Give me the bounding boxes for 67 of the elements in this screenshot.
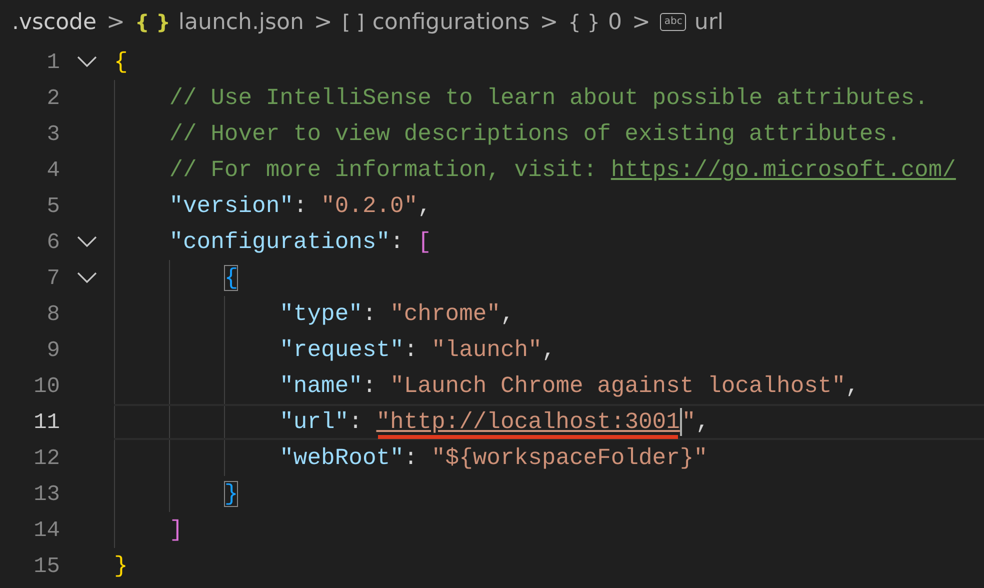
line-number: 10 [32, 374, 60, 398]
json-key: "version" [169, 193, 294, 219]
code-punctuation: : [362, 373, 378, 399]
array-icon: [ ] [342, 10, 364, 34]
json-string: "chrome" [390, 301, 500, 327]
line-number: 13 [32, 482, 60, 506]
json-key: "url" [280, 409, 349, 435]
line-number: 5 [46, 194, 60, 218]
code-punctuation: : [404, 337, 419, 363]
breadcrumb-separator: > [540, 10, 558, 34]
json-key: "name" [280, 373, 362, 399]
json-string: " [682, 409, 696, 435]
code-bracket: ] [169, 517, 184, 543]
breadcrumb-item[interactable]: { } launch.json [134, 10, 304, 34]
json-key: "type" [280, 301, 362, 327]
breadcrumb-item[interactable]: { } 0 [568, 10, 622, 34]
code-punctuation: , [418, 193, 432, 219]
line-number: 3 [46, 122, 60, 146]
breadcrumb-separator: > [632, 10, 650, 34]
code-link[interactable]: https://go.microsoft.com/ [610, 157, 956, 183]
code-punctuation: : [404, 445, 419, 471]
line-number: 8 [46, 302, 60, 326]
breadcrumb-item[interactable]: [ ] configurations [342, 10, 530, 34]
line-number: 2 [46, 86, 60, 110]
chevron-down-icon[interactable] [77, 236, 97, 248]
code-comment: // Hover to view descriptions of existing attributes. [169, 121, 901, 147]
code-comment: // For more information, visit: [169, 157, 598, 183]
line-number: 14 [32, 518, 60, 542]
json-key: "webRoot" [280, 445, 404, 471]
code-bracket: [ [418, 229, 432, 255]
code-comment: // Use IntelliSense to learn about possible attributes. [169, 85, 928, 111]
breadcrumb-item[interactable]: abc url [660, 10, 724, 34]
json-string: "${workspaceFolder}" [431, 445, 708, 471]
chevron-down-icon[interactable] [77, 272, 97, 284]
json-string: "launch" [431, 337, 542, 363]
code-brace: { [224, 265, 238, 291]
line-number: 4 [46, 158, 60, 182]
json-string: "Launch Chrome against localhost" [390, 373, 846, 399]
breadcrumb-separator: > [106, 10, 125, 34]
breadcrumb-separator: > [314, 10, 332, 34]
code-punctuation: , [846, 373, 860, 399]
code-punctuation: , [500, 301, 514, 327]
line-number: 11 [32, 410, 60, 434]
json-key: "configurations" [169, 229, 390, 255]
code-punctuation: , [696, 409, 710, 435]
json-file-icon: { } [134, 10, 170, 34]
code-punctuation: : [362, 301, 378, 327]
line-number: 12 [32, 446, 60, 470]
line-number: 9 [46, 338, 60, 362]
line-number: 15 [32, 554, 60, 578]
json-key: "request" [280, 337, 404, 363]
json-string: "0.2.0" [321, 193, 418, 219]
line-number: 7 [46, 266, 60, 290]
text-cursor [680, 408, 682, 436]
code-punctuation: : [348, 409, 364, 435]
code-brace: { [114, 49, 128, 75]
code-punctuation: , [542, 337, 556, 363]
line-number: 1 [46, 50, 60, 74]
code-brace: } [224, 481, 238, 507]
chevron-down-icon[interactable] [77, 56, 97, 68]
breadcrumb-item[interactable]: .vscode [12, 10, 97, 34]
string-icon: abc [660, 13, 686, 31]
code-brace: } [114, 553, 128, 579]
object-icon: { } [568, 10, 600, 34]
line-number: 6 [46, 230, 60, 254]
code-punctuation: : [390, 229, 405, 255]
code-punctuation: : [293, 193, 308, 219]
